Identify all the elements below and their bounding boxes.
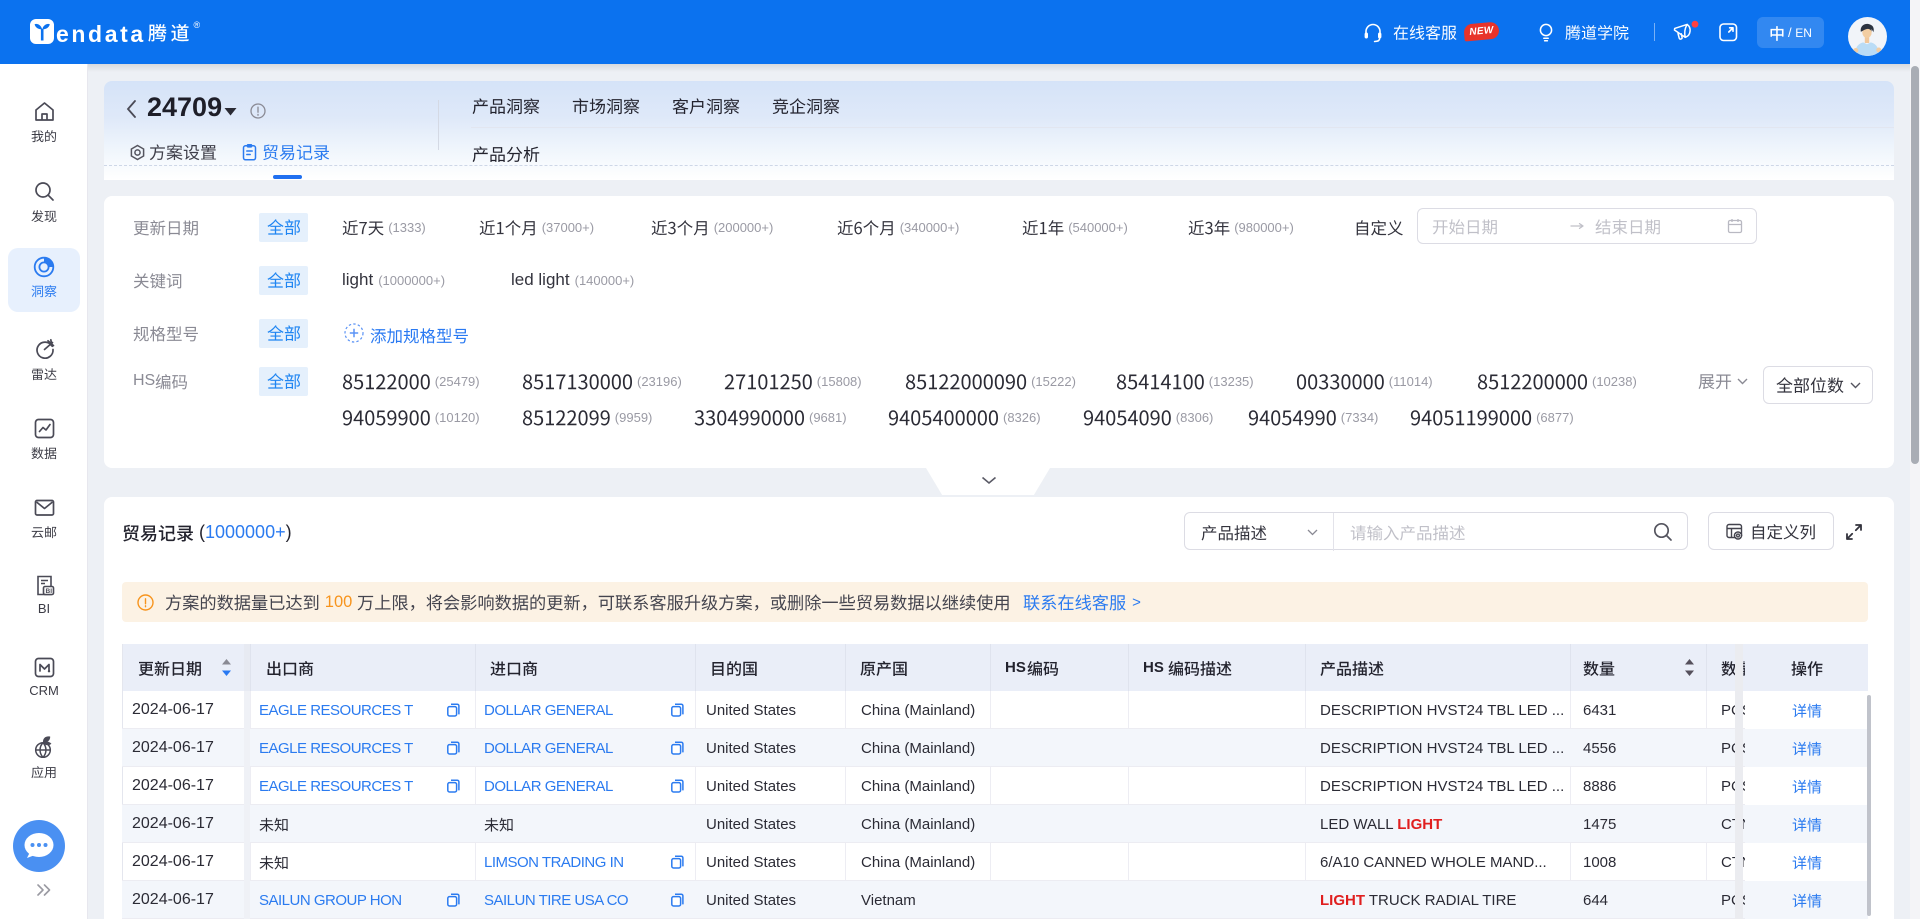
svg-text:BI: BI — [45, 588, 52, 595]
